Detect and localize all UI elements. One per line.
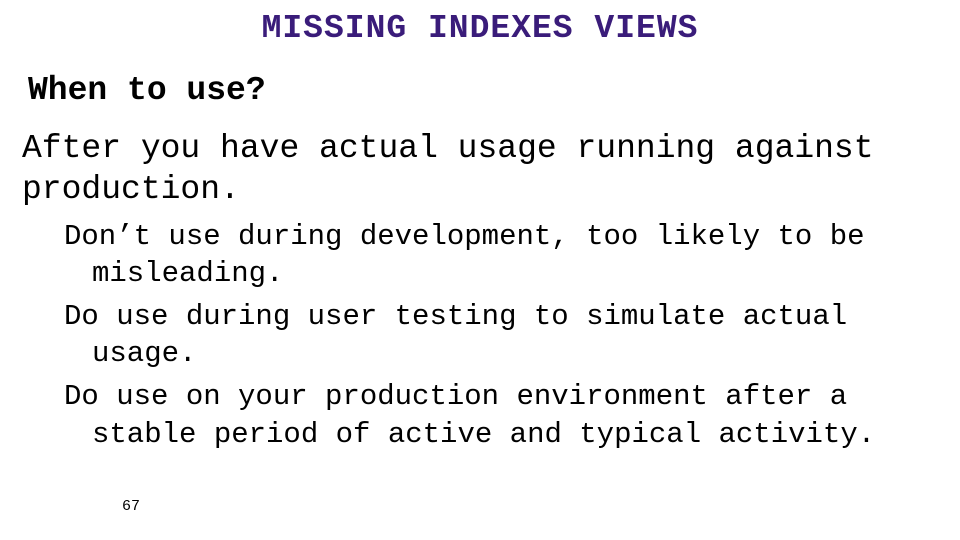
slide-title: MISSING INDEXES VIEWS xyxy=(0,10,960,47)
lead-paragraph: After you have actual usage running agai… xyxy=(22,128,930,211)
slide: MISSING INDEXES VIEWS When to use? After… xyxy=(0,0,960,540)
slide-subheading: When to use? xyxy=(28,72,266,109)
bullet-item: Do use on your production environment af… xyxy=(64,378,935,452)
bullet-item: Do use during user testing to simulate a… xyxy=(64,298,935,372)
bullet-list: Don’t use during development, too likely… xyxy=(64,218,935,459)
bullet-item: Don’t use during development, too likely… xyxy=(64,218,935,292)
page-number: 67 xyxy=(122,498,140,515)
